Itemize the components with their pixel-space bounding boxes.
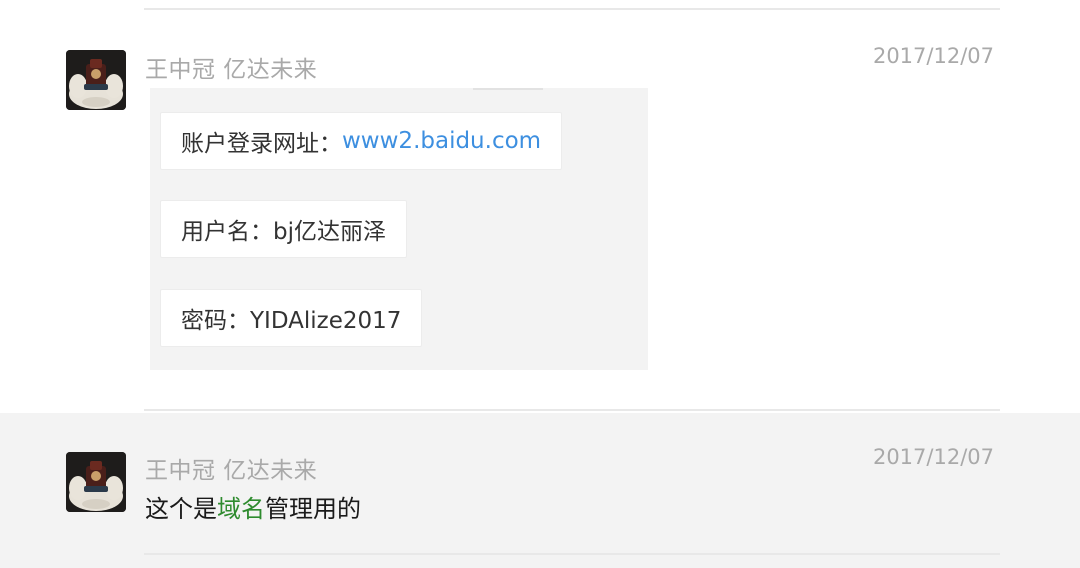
forwarded-bubble-username[interactable]: 用户名：bj亿达丽泽 <box>160 200 407 258</box>
text-segment: 管理用的 <box>265 495 361 523</box>
url-link[interactable]: www2.baidu.com <box>342 128 541 154</box>
card-divider <box>473 88 543 90</box>
avatar[interactable] <box>66 452 126 512</box>
divider-bottom <box>144 553 1000 555</box>
message-date: 2017/12/07 <box>872 44 994 68</box>
message-text[interactable]: 这个是域名管理用的 <box>145 489 361 524</box>
divider-middle <box>144 409 1000 411</box>
message-date: 2017/12/07 <box>872 445 994 469</box>
avatar-image <box>66 50 126 110</box>
message-item[interactable]: 王中冠 亿达未来 2017/12/07 账户登录网址： www2.baidu.co… <box>0 10 1080 410</box>
forwarded-bubble-password[interactable]: 密码：YIDAlize2017 <box>160 289 423 347</box>
forwarded-record-card[interactable]: 账户登录网址： www2.baidu.com 用户名：bj亿达丽泽 密码：YIDA… <box>150 88 648 370</box>
sender-name: 王中冠 亿达未来 <box>145 57 318 83</box>
bubble-label: 密码：YIDAlize2017 <box>181 308 402 334</box>
bubble-label: 用户名：bj亿达丽泽 <box>181 219 386 245</box>
chat-history: 王中冠 亿达未来 2017/12/07 账户登录网址： www2.baidu.co… <box>0 0 1080 568</box>
message-item[interactable]: 王中冠 亿达未来 2017/12/07 这个是域名管理用的 <box>0 413 1080 568</box>
sender-name: 王中冠 亿达未来 <box>145 458 318 484</box>
avatar-image <box>66 452 126 512</box>
highlighted-keyword[interactable]: 域名 <box>217 495 265 523</box>
forwarded-bubble-url[interactable]: 账户登录网址： www2.baidu.com <box>160 112 563 170</box>
text-segment: 这个是 <box>145 495 217 523</box>
avatar[interactable] <box>66 50 126 110</box>
bubble-label: 账户登录网址： <box>181 131 342 157</box>
